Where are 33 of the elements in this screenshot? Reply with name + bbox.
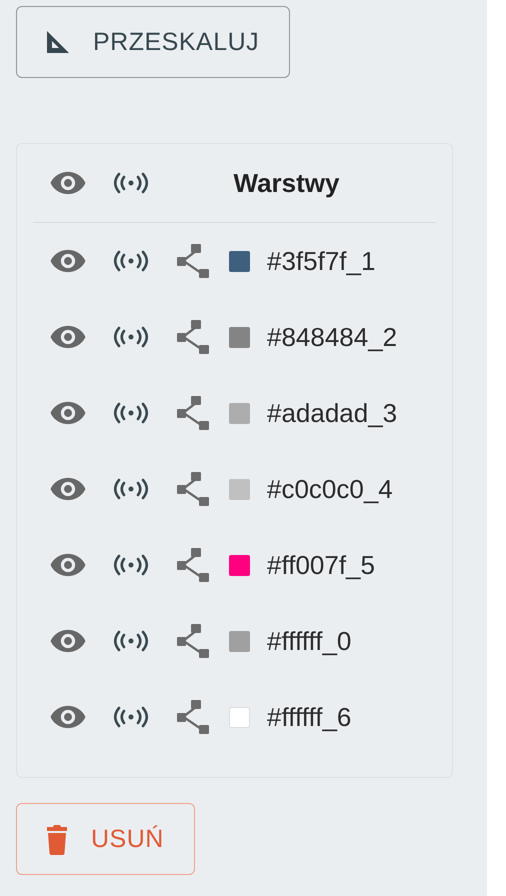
branch-icon[interactable] bbox=[177, 624, 209, 658]
branch-icon[interactable] bbox=[177, 244, 209, 278]
layer-name[interactable]: #c0c0c0_4 bbox=[267, 474, 393, 504]
broadcast-icon[interactable] bbox=[113, 402, 149, 424]
layer-name[interactable]: #ffffff_0 bbox=[267, 626, 352, 656]
rescale-button[interactable]: PRZESKALUJ bbox=[16, 6, 290, 78]
layer-name[interactable]: #ff007f_5 bbox=[267, 550, 375, 580]
branch-icon[interactable] bbox=[177, 700, 209, 734]
broadcast-icon[interactable] bbox=[113, 326, 149, 348]
broadcast-icon[interactable] bbox=[113, 250, 149, 272]
eye-icon[interactable] bbox=[49, 170, 87, 196]
broadcast-icon[interactable] bbox=[113, 554, 149, 576]
layer-name[interactable]: #3f5f7f_1 bbox=[267, 246, 376, 276]
broadcast-icon[interactable] bbox=[113, 172, 149, 194]
eye-icon[interactable] bbox=[49, 476, 87, 502]
branch-icon[interactable] bbox=[177, 320, 209, 354]
eye-icon[interactable] bbox=[49, 400, 87, 426]
layer-name[interactable]: #848484_2 bbox=[267, 322, 398, 352]
branch-icon[interactable] bbox=[177, 548, 209, 582]
panel-title: Warstwy bbox=[232, 168, 340, 198]
eye-icon[interactable] bbox=[49, 552, 87, 578]
eye-icon[interactable] bbox=[49, 704, 87, 730]
eye-icon[interactable] bbox=[49, 248, 87, 274]
layer-name[interactable]: #adadad_3 bbox=[267, 398, 398, 428]
trash-icon bbox=[45, 823, 69, 855]
broadcast-icon[interactable] bbox=[113, 630, 149, 652]
eye-icon[interactable] bbox=[49, 628, 87, 654]
branch-icon[interactable] bbox=[177, 396, 209, 430]
branch-icon[interactable] bbox=[177, 472, 209, 506]
broadcast-icon[interactable] bbox=[113, 706, 149, 728]
broadcast-icon[interactable] bbox=[113, 478, 149, 500]
eye-icon[interactable] bbox=[49, 324, 87, 350]
layer-name[interactable]: #ffffff_6 bbox=[267, 702, 352, 732]
